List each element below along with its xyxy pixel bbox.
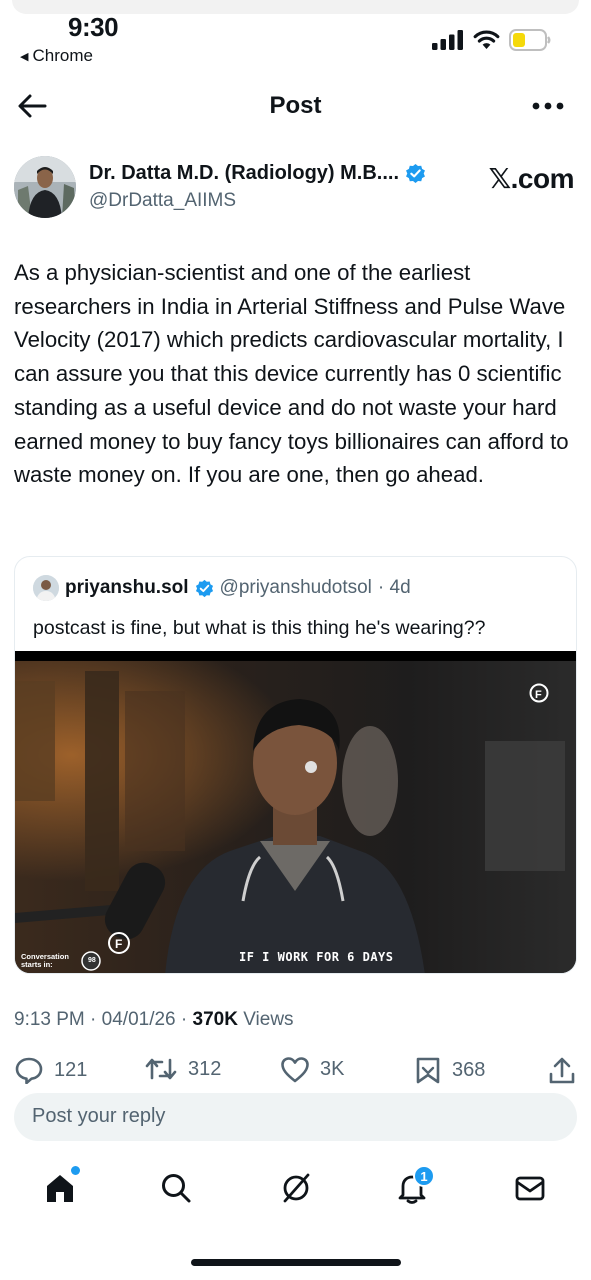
- x-com-watermark: 𝕏.com: [488, 163, 575, 194]
- tab-home[interactable]: [40, 1166, 80, 1208]
- repost-button[interactable]: 312: [144, 1056, 221, 1082]
- verified-badge-icon: [195, 579, 213, 597]
- tab-messages[interactable]: [510, 1168, 550, 1208]
- post-time: 9:13 PM: [14, 1009, 85, 1030]
- views-label: Views: [243, 1009, 294, 1030]
- quote-age: · 4d: [377, 577, 411, 598]
- svg-text:F: F: [535, 689, 542, 701]
- like-button[interactable]: 3K: [280, 1056, 344, 1083]
- tab-grok[interactable]: [276, 1168, 316, 1208]
- tab-notifications[interactable]: 1: [392, 1165, 435, 1208]
- home-icon: [47, 1175, 73, 1202]
- grok-icon: [283, 1173, 310, 1203]
- post-meta: 9:13 PM · 04/01/26 · 370K Views: [14, 1009, 294, 1031]
- quote-author-name[interactable]: priyanshu.sol: [65, 577, 189, 599]
- home-unread-dot: [71, 1166, 80, 1175]
- like-count: 3K: [320, 1058, 345, 1080]
- conversation-overlay-text: Conversation starts in:: [21, 952, 69, 969]
- svg-text:F: F: [115, 937, 122, 951]
- bottom-tab-bar: 1: [0, 1160, 591, 1220]
- views-count: 370K: [192, 1009, 238, 1030]
- author-avatar[interactable]: [14, 156, 76, 218]
- bookmark-count: 368: [452, 1058, 486, 1081]
- author-row: Dr. Datta M.D. (Radiology) M.B.... @DrDa…: [14, 156, 575, 226]
- reply-icon: [15, 1057, 43, 1084]
- back-to-app-link[interactable]: ◀ Chrome: [20, 46, 93, 66]
- reply-button[interactable]: 121: [14, 1056, 87, 1084]
- conversation-countdown: 98: [88, 957, 96, 964]
- battery-icon: [509, 29, 551, 51]
- home-indicator[interactable]: [191, 1259, 401, 1266]
- conversation-overlay: Conversation starts in: 98: [21, 952, 96, 969]
- bookmark-icon: [416, 1057, 440, 1084]
- repost-icon: [145, 1058, 177, 1080]
- quote-text: postcast is fine, but what is this thing…: [33, 617, 486, 639]
- share-icon: [549, 1057, 575, 1084]
- verified-badge-icon: [406, 163, 425, 184]
- more-options-icon[interactable]: [531, 92, 565, 120]
- bookmark-button[interactable]: 368: [414, 1056, 485, 1084]
- cellular-signal-icon: [432, 30, 463, 50]
- reply-count: 121: [54, 1058, 88, 1081]
- tweet-text: As a physician-scientist and one of the …: [14, 260, 569, 488]
- back-app-label: Chrome: [32, 46, 93, 65]
- back-triangle-icon: ◀: [20, 50, 29, 63]
- author-name[interactable]: Dr. Datta M.D. (Radiology) M.B....: [89, 162, 399, 185]
- repost-count: 312: [188, 1057, 222, 1080]
- quote-avatar[interactable]: [33, 575, 59, 601]
- quote-author-handle[interactable]: @priyanshudotsol: [220, 577, 372, 599]
- reply-placeholder: Post your reply: [32, 1105, 166, 1127]
- video-caption: IF I WORK FOR 6 DAYS: [239, 950, 394, 964]
- page-title: Post: [269, 92, 322, 119]
- search-icon: [162, 1174, 191, 1203]
- mail-icon: [515, 1176, 545, 1201]
- action-bar: 121 312 3K 368: [14, 1056, 578, 1086]
- author-handle[interactable]: @DrDatta_AIIMS: [89, 190, 236, 212]
- post-date: · 04/01/26 ·: [90, 1009, 188, 1030]
- tab-search[interactable]: [156, 1168, 196, 1208]
- quoted-post[interactable]: priyanshu.sol @priyanshudotsol · 4d post…: [14, 556, 577, 974]
- status-time: 9:30: [68, 12, 119, 42]
- heart-icon: [281, 1057, 309, 1083]
- quote-video-frame[interactable]: F F Conversation starts in: 98 IF I WORK…: [15, 651, 576, 973]
- post-header: Post: [0, 80, 591, 132]
- share-button[interactable]: [548, 1056, 576, 1084]
- reply-input[interactable]: Post your reply: [14, 1093, 577, 1141]
- notification-badge: 1: [413, 1165, 435, 1187]
- status-bar: 9:30 ◀ Chrome: [0, 0, 591, 76]
- system-icons: [432, 29, 551, 51]
- wifi-icon: [473, 30, 500, 49]
